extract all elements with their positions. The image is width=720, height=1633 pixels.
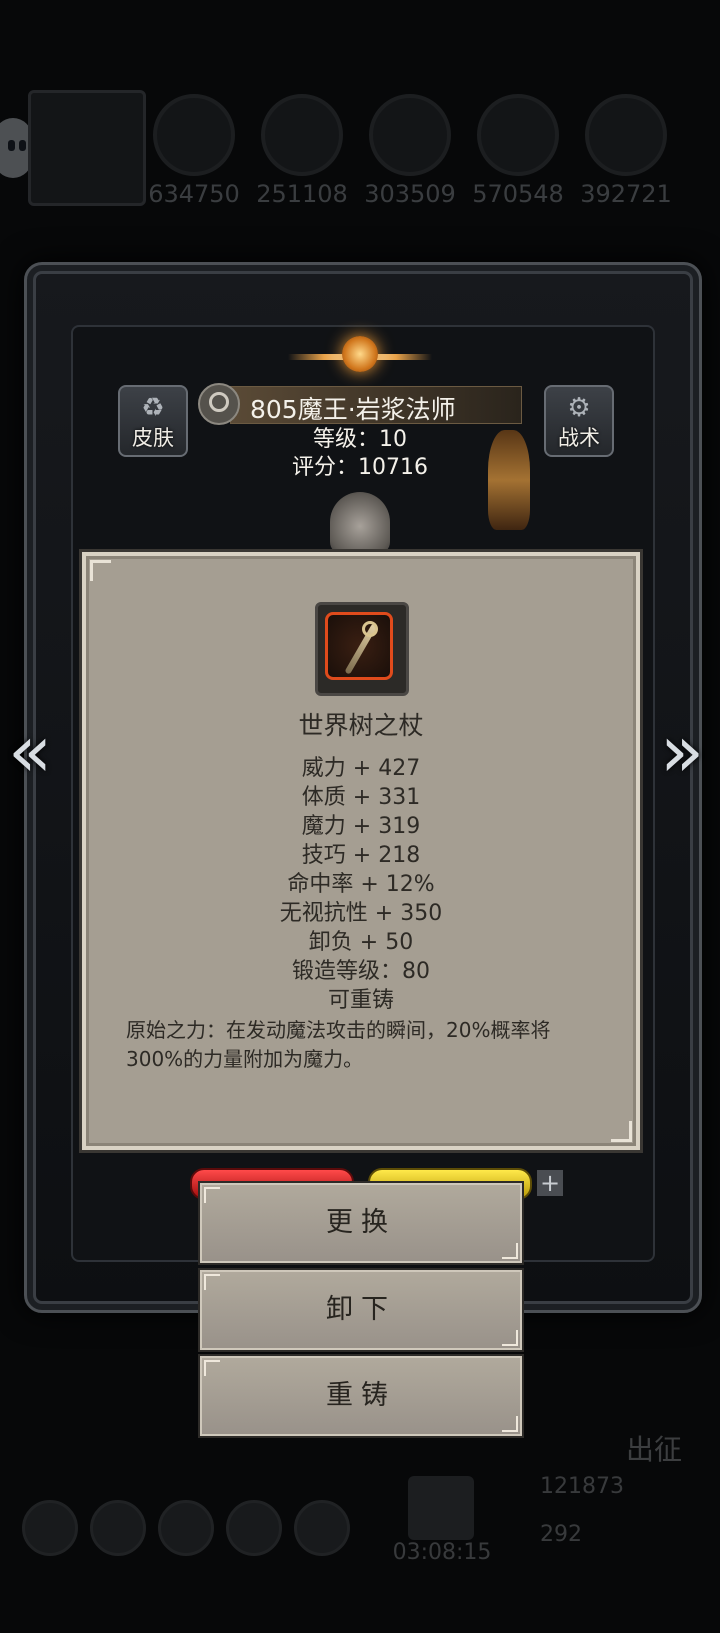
item-stat: 锻造等级：80 — [292, 959, 430, 984]
tactic-button-label: 战术 — [558, 426, 600, 450]
menu-icon[interactable] — [294, 1500, 350, 1556]
gear-icon: ⚙ — [567, 393, 591, 423]
resource-item[interactable]: 303509 — [358, 94, 462, 208]
player-avatar[interactable] — [28, 90, 146, 206]
hero-score: 评分：10716 — [292, 455, 428, 480]
medal-icon — [209, 392, 229, 412]
item-name: 世界树之杖 — [298, 711, 424, 740]
resource-value: 392721 — [580, 180, 672, 208]
tactic-button[interactable]: ⚙ 战术 — [544, 385, 614, 457]
crest-emblem-icon — [288, 330, 432, 384]
item-stat: 命中率 + 12% — [287, 872, 435, 897]
resource-value: 251108 — [256, 180, 348, 208]
menu-icon[interactable] — [22, 1500, 78, 1556]
hero-rank-badge — [198, 383, 240, 425]
shirt-icon: ♻ — [141, 393, 165, 423]
resource-item[interactable]: 570548 — [466, 94, 570, 208]
reforge-button[interactable]: 重铸 — [200, 1356, 522, 1436]
gold-value: 121873 — [540, 1474, 624, 1499]
item-detail-panel: 世界树之杖 威力 + 427 体质 + 331 魔力 + 319 技巧 + 21… — [82, 552, 640, 1150]
staff-head — [362, 621, 378, 637]
resource-item[interactable]: 634750 — [142, 94, 246, 208]
depart-label[interactable]: 出征 — [626, 1428, 682, 1468]
replace-button[interactable]: 更换 — [200, 1183, 522, 1263]
gem-value: 292 — [540, 1522, 582, 1547]
item-stat: 技巧 + 218 — [301, 843, 421, 868]
item-stat: 可重铸 — [327, 988, 394, 1013]
unequip-button[interactable]: 卸下 — [200, 1270, 522, 1350]
plus-icon[interactable]: + — [537, 1170, 563, 1196]
item-stat: 威力 + 427 — [301, 756, 421, 781]
iron-resource-icon — [585, 94, 667, 176]
resource-bar: 634750 251108 303509 570548 392721 — [0, 88, 720, 208]
bottom-bar: 出征 03:08:15 121873 292 — [0, 1433, 720, 1580]
skin-button[interactable]: ♻ 皮肤 — [118, 385, 188, 457]
next-hero-arrow-icon[interactable]: » — [660, 715, 704, 787]
skin-button-label: 皮肤 — [132, 426, 174, 450]
menu-icon[interactable] — [158, 1500, 214, 1556]
resource-item[interactable]: 392721 — [574, 94, 678, 208]
crest-gem — [342, 336, 378, 372]
item-stat: 魔力 + 319 — [301, 814, 421, 839]
resource-value: 303509 — [364, 180, 456, 208]
fire-resource-icon — [153, 94, 235, 176]
hero-portrait — [330, 492, 390, 554]
item-stat: 无视抗性 + 350 — [279, 901, 443, 926]
gift-timer: 03:08:15 — [392, 1540, 492, 1565]
staff-item-icon — [325, 612, 393, 680]
bread-resource-icon — [261, 94, 343, 176]
menu-icon[interactable] — [226, 1500, 282, 1556]
item-stat: 卸负 + 50 — [308, 930, 414, 955]
crystal-resource-icon — [477, 94, 559, 176]
gift-box-icon[interactable] — [408, 1476, 474, 1540]
resource-value: 634750 — [148, 180, 240, 208]
item-description: 原始之力：在发动魔法攻击的瞬间，20%概率将300%的力量附加为魔力。 — [126, 1018, 551, 1071]
item-stats: 威力 + 427 体质 + 331 魔力 + 319 技巧 + 218 命中率 … — [86, 754, 636, 1015]
resource-value: 570548 — [472, 180, 564, 208]
item-stat: 体质 + 331 — [301, 785, 421, 810]
stone-resource-icon — [369, 94, 451, 176]
resource-item[interactable]: 251108 — [250, 94, 354, 208]
prev-hero-arrow-icon[interactable]: « — [8, 715, 52, 787]
flame-decoration-icon — [488, 430, 530, 530]
item-slot — [315, 602, 409, 696]
menu-icon[interactable] — [90, 1500, 146, 1556]
